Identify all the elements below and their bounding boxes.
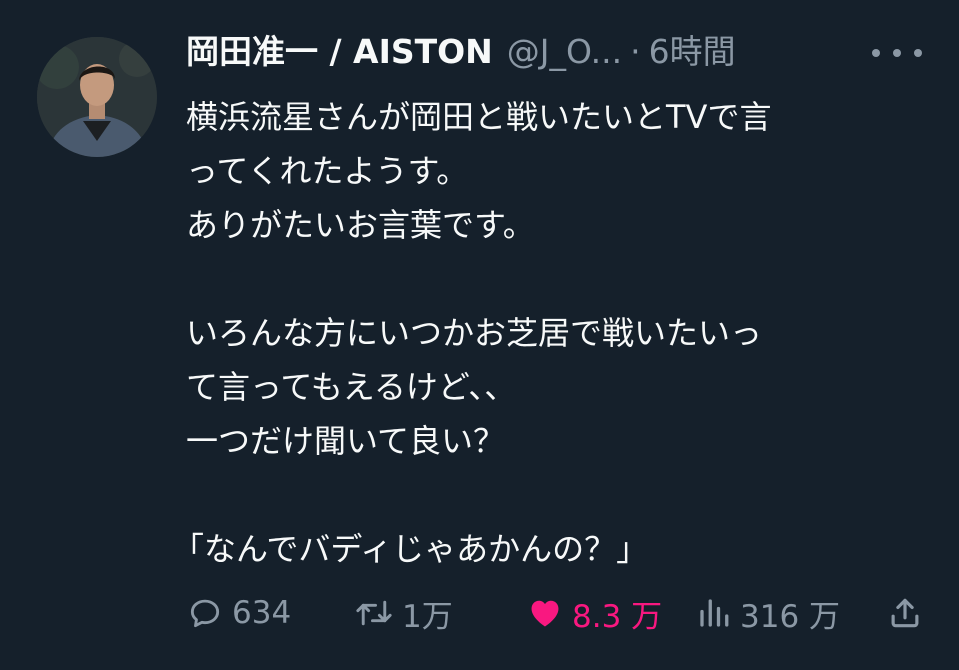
more-dots-icon [914,49,922,57]
share-button[interactable] [886,588,924,638]
tweet-text-line: 「なんでバディじゃあかんの？」 [172,530,649,568]
tweet-text-line: ありがたいお言葉です。 [186,206,535,244]
tweet-header: 岡田准一 / AISTON @J_O... · 6時間 [186,30,736,74]
tweet-card[interactable]: 岡田准一 / AISTON @J_O... · 6時間 横浜流星さんが岡田と戦い… [0,0,959,670]
reply-button[interactable]: 634 [186,588,291,638]
retweet-count: 1万 [402,598,453,635]
retweet-button[interactable]: 1万 [354,588,453,638]
author-name[interactable]: 岡田准一 / AISTON [186,30,493,74]
tweet-text-line: 横浜流星さんが岡田と戦いたいとTVで言 [186,98,772,136]
more-options-button[interactable] [872,38,922,68]
timestamp[interactable]: 6時間 [649,30,736,74]
views-bar-chart-icon [700,599,729,627]
views-button[interactable]: 316 万 [696,588,840,638]
tweet-text-line: ってくれたようす。 [186,152,469,190]
like-button[interactable]: 8.3 万 [526,588,662,638]
reply-bubble-icon [190,599,220,628]
tweet-text: 横浜流星さんが岡田と戦いたいとTVで言 ってくれたようす。 ありがたいお言葉です… [172,90,926,576]
reply-count: 634 [232,595,292,631]
tweet-text-line: いろんな方にいつかお芝居で戦いたいっ [186,314,763,352]
like-count: 8.3 万 [572,598,663,635]
avatar[interactable] [37,37,157,157]
tweet-text-line: て言ってもえるけど、、 [186,368,517,406]
avatar-portrait-icon [37,37,157,157]
views-count: 316 万 [740,598,841,635]
tweet-text-line [186,252,926,306]
tweet-text-line: 一つだけ聞いて良い？ [186,422,506,460]
heart-icon [531,600,559,627]
action-bar: 634 1万 8.3 万 316 万 [186,588,926,638]
author-handle[interactable]: @J_O... [507,30,622,74]
tweet-text-line [186,468,926,522]
share-upload-icon [891,598,919,628]
more-dots-icon [893,49,901,57]
more-dots-icon [872,49,880,57]
retweet-icon [356,600,392,626]
separator-dot: · [630,32,641,71]
